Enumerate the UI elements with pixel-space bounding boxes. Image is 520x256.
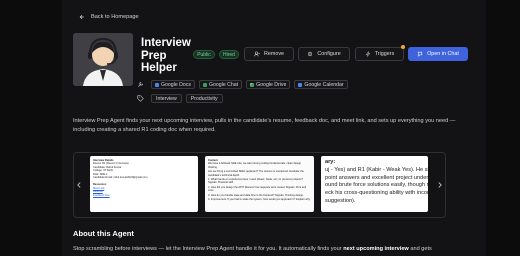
google-calendar-icon <box>298 82 303 87</box>
carousel-prev-button[interactable] <box>76 182 82 190</box>
chat-bubble-icon <box>418 51 423 57</box>
carousel-next-button[interactable] <box>437 182 443 190</box>
back-link[interactable]: Back to Homepage <box>79 14 139 20</box>
public-badge: Public <box>193 50 215 59</box>
open-in-chat-button[interactable]: Open in Chat <box>408 47 468 61</box>
configure-button[interactable]: Configure <box>298 47 350 61</box>
tags-row: Interview Productivity <box>137 94 223 103</box>
arrow-left-icon <box>79 14 84 20</box>
triggers-button[interactable]: Triggers <box>355 47 404 61</box>
screenshot-thumbnail-2[interactable]: Context We have a fullstack SDE role; we… <box>205 156 314 212</box>
back-link-label: Back to Homepage <box>91 14 139 20</box>
lightning-icon <box>365 51 371 57</box>
chevron-left-icon <box>77 182 81 188</box>
google-docs-icon <box>155 82 159 87</box>
tool-google-calendar: Google Calendar <box>294 80 348 89</box>
about-heading: About this Agent <box>73 229 134 238</box>
screenshot-thumbnail-3[interactable]: ary: uj - Yes) and R1 (Kabir - Weak Yes)… <box>321 156 428 212</box>
tool-google-drive: Google Drive <box>246 80 291 89</box>
tool-google-chat: Google Chat <box>199 80 243 89</box>
tools-row: Google Docs Google Chat Google Drive Goo… <box>137 80 348 89</box>
wrench-icon <box>138 82 143 87</box>
tag-interview[interactable]: Interview <box>151 94 182 103</box>
screenshot-thumbnail-1[interactable]: Interview Details Round: R1 (Round 1 Int… <box>90 156 198 212</box>
tool-google-docs: Google Docs <box>151 80 195 89</box>
google-drive-icon <box>250 82 255 87</box>
triggers-notification-dot <box>401 45 405 49</box>
agent-description: Interview Prep Agent finds your next upc… <box>73 118 456 133</box>
about-text: Stop scrambling before interviews — let … <box>73 246 432 252</box>
agent-avatar <box>73 33 133 86</box>
tag-productivity[interactable]: Productivity <box>185 94 223 103</box>
hired-badge: Hired <box>219 50 239 59</box>
gear-icon <box>308 51 313 57</box>
google-chat-icon <box>203 82 207 87</box>
agent-title: Interview Prep Helper <box>141 37 191 74</box>
remove-button[interactable]: Remove <box>244 47 294 61</box>
tag-icon <box>137 95 144 102</box>
chevron-right-icon <box>438 182 442 188</box>
user-minus-icon <box>254 51 260 57</box>
